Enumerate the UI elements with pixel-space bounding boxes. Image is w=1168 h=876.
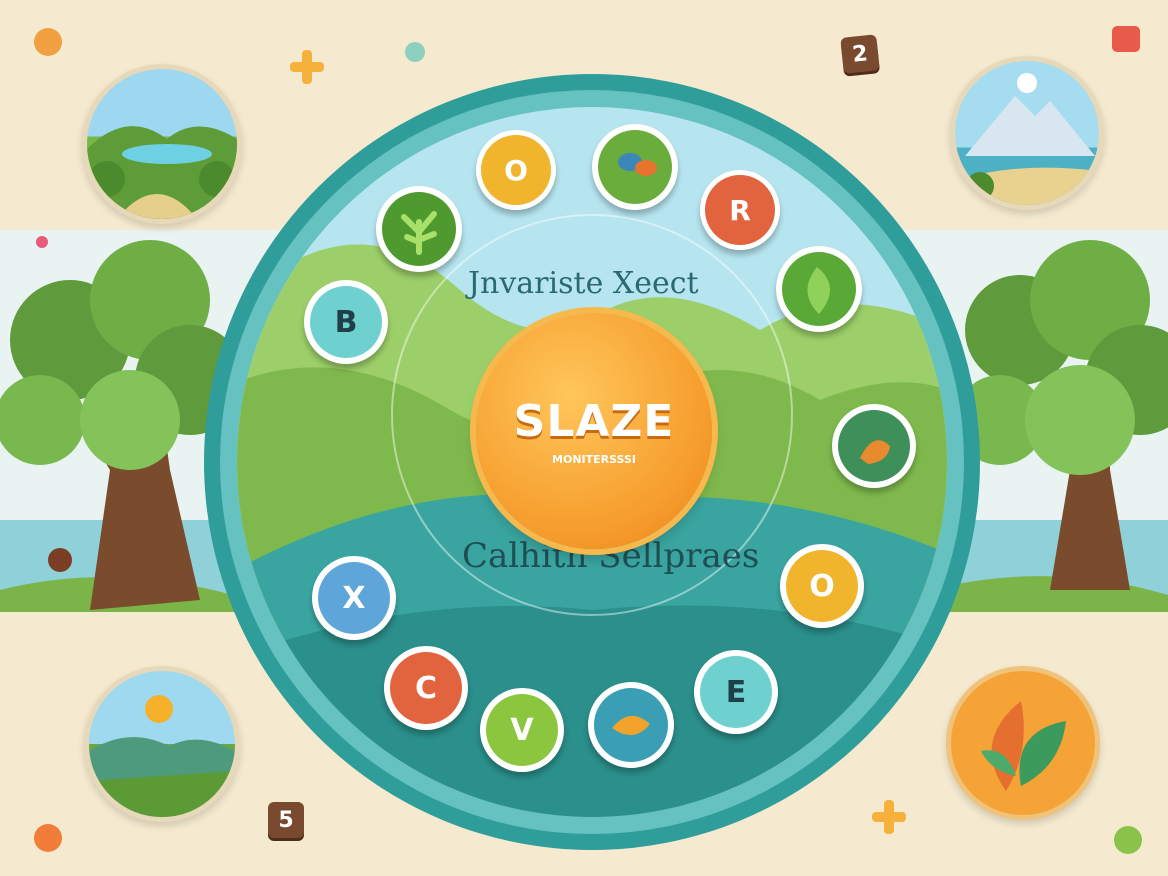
letter-token-x[interactable]: X — [312, 556, 396, 640]
letter-o-bottom-label: O — [786, 550, 858, 622]
arc-top-label: Jnvariste Xeect — [468, 266, 699, 301]
letter-v-label: V — [486, 694, 558, 766]
plant-icon — [382, 192, 456, 266]
bird-token[interactable] — [592, 124, 678, 210]
letter-token-b[interactable]: B — [304, 280, 388, 364]
letter-c-label: C — [390, 652, 462, 724]
letter-b-label: B — [310, 286, 382, 358]
bird-icon — [598, 130, 672, 204]
fox-icon — [838, 410, 910, 482]
plant-token[interactable] — [376, 186, 462, 272]
number-tile-top[interactable]: 2 — [840, 34, 880, 74]
game-board: 2 5 Jnvariste Xeect Calhith Sellpraes B … — [0, 0, 1168, 876]
letter-e-label: E — [700, 656, 772, 728]
letter-o-top-label: O — [481, 135, 551, 205]
letter-token-r[interactable]: R — [700, 170, 780, 250]
letter-token-o-bottom[interactable]: O — [780, 544, 864, 628]
letter-token-v[interactable]: V — [480, 688, 564, 772]
game-subtitle: MONITERSSSI — [552, 453, 636, 466]
fox-token[interactable] — [832, 404, 916, 488]
fish-icon — [594, 688, 668, 762]
leaf-icon-small — [782, 252, 856, 326]
center-start-button[interactable]: SLAZE MONITERSSSI — [476, 313, 712, 549]
letter-token-o-top[interactable]: O — [476, 130, 556, 210]
letter-r-label: R — [705, 175, 775, 245]
leaf-token[interactable] — [776, 246, 862, 332]
letter-token-c[interactable]: C — [384, 646, 468, 730]
letter-token-e[interactable]: E — [694, 650, 778, 734]
letter-x-label: X — [318, 562, 390, 634]
game-title: SLAZE — [513, 396, 675, 447]
fish-token[interactable] — [588, 682, 674, 768]
